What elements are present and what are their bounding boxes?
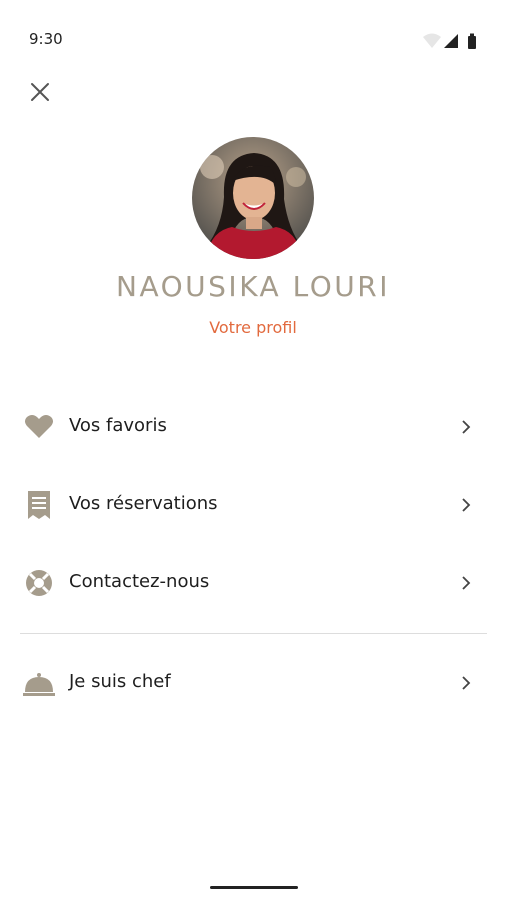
close-icon <box>31 83 49 101</box>
menu-item-label: Contactez-nous <box>69 571 210 592</box>
menu-item-label: Vos réservations <box>69 493 218 514</box>
menu-item-label: Je suis chef <box>69 671 171 692</box>
receipt-icon <box>28 491 50 519</box>
battery-icon <box>468 33 476 49</box>
chevron-right-icon <box>462 498 471 512</box>
status-time: 9:30 <box>29 30 63 48</box>
menu-item-favorites[interactable]: Vos favoris <box>0 397 506 457</box>
service-bell-icon <box>23 673 55 696</box>
home-indicator[interactable] <box>210 886 298 889</box>
menu-item-chef[interactable]: Je suis chef <box>0 653 506 713</box>
menu-item-contact[interactable]: Contactez-nous <box>0 553 506 613</box>
profile-name: NAOUSIKA LOURI <box>116 270 390 303</box>
wifi-icon <box>423 33 441 48</box>
avatar <box>192 137 314 259</box>
lifebuoy-icon <box>26 570 52 596</box>
profile-link[interactable]: Votre profil <box>0 318 506 337</box>
close-button[interactable] <box>24 76 56 108</box>
menu-item-label: Vos favoris <box>69 415 167 436</box>
heart-icon <box>25 415 53 438</box>
menu-divider <box>20 633 487 634</box>
chevron-right-icon <box>462 420 471 434</box>
status-bar: 9:30 <box>0 0 506 80</box>
chevron-right-icon <box>462 676 471 690</box>
status-icons <box>423 33 476 49</box>
chevron-right-icon <box>462 576 471 590</box>
menu-item-reservations[interactable]: Vos réservations <box>0 475 506 535</box>
signal-icon <box>444 34 458 48</box>
